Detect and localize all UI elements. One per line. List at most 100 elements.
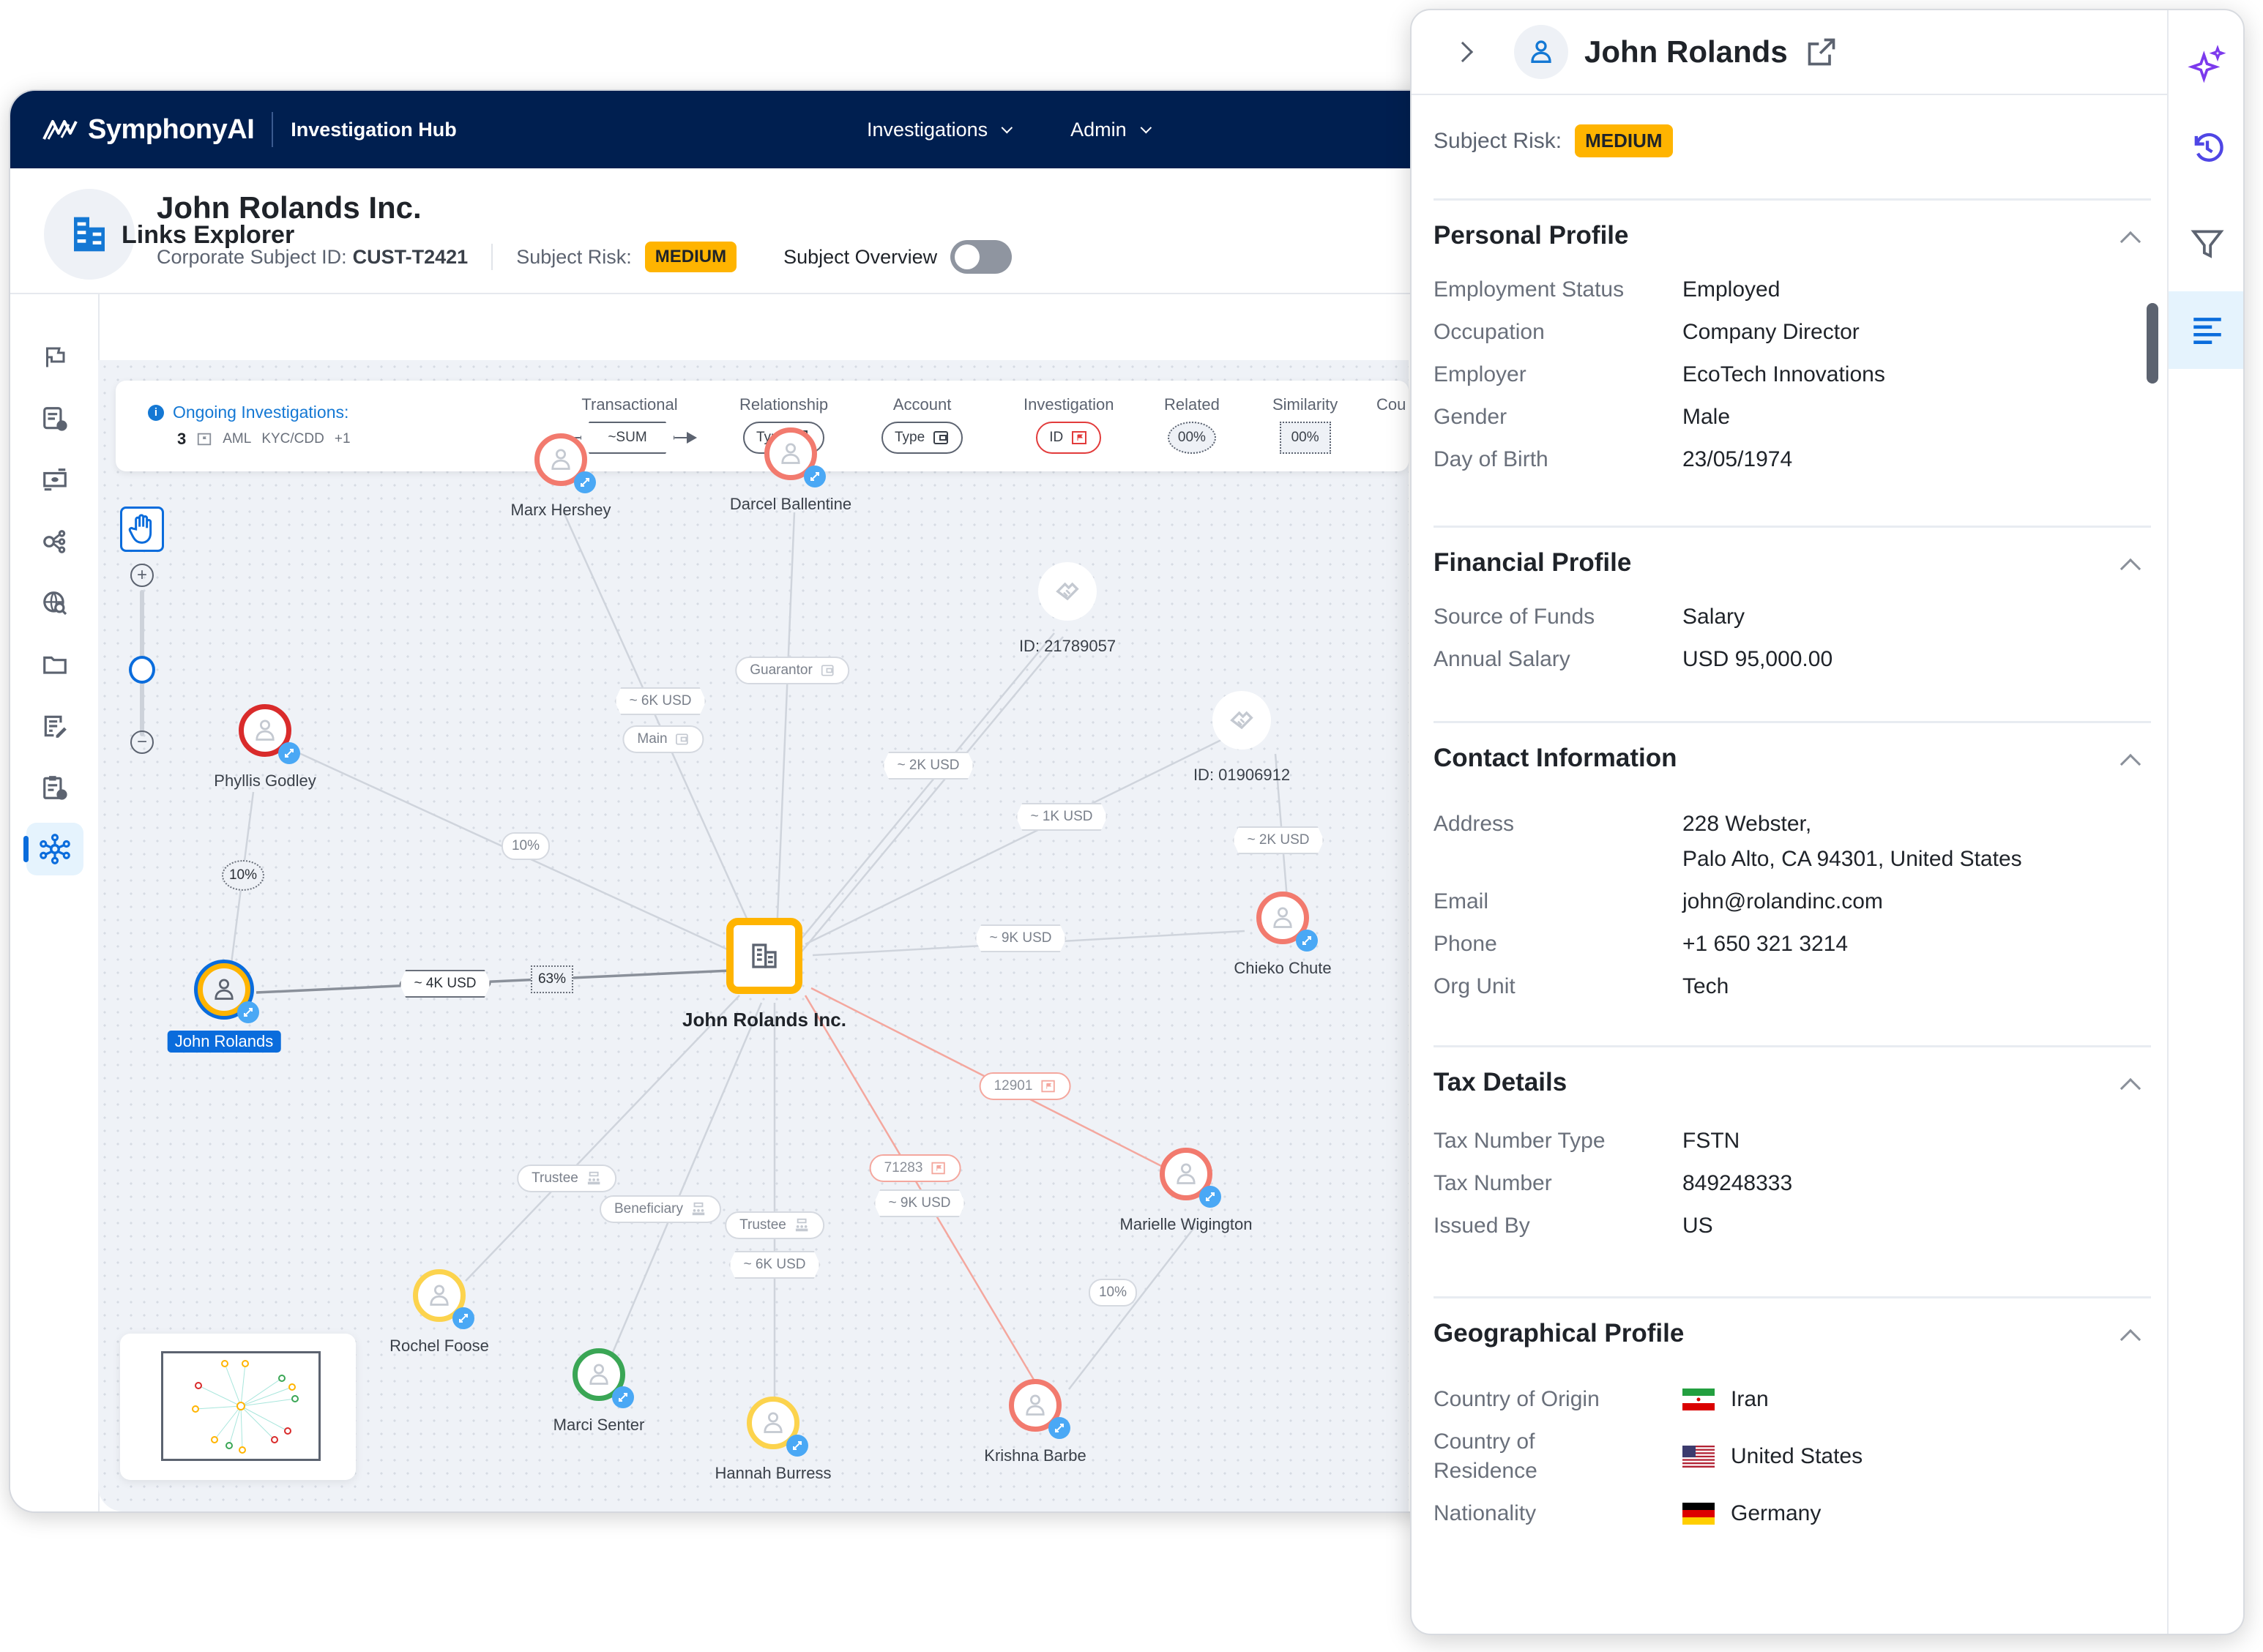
- expand-node-button[interactable]: [237, 1001, 259, 1023]
- edge-label-investigation[interactable]: 12901: [979, 1072, 1071, 1100]
- expand-node-button[interactable]: [574, 471, 596, 493]
- edge-label-transaction-active[interactable]: ~ 4K USD: [399, 970, 491, 998]
- person-node[interactable]: [1256, 892, 1318, 952]
- edge-label-investigation[interactable]: 71283: [869, 1154, 961, 1182]
- edge-label-related[interactable]: 10%: [501, 832, 551, 860]
- expand-node-button[interactable]: [804, 466, 826, 487]
- graph-minimap[interactable]: [120, 1334, 356, 1480]
- collapse-panel-chevron-icon[interactable]: [1452, 41, 1474, 63]
- expand-node-button[interactable]: [612, 1386, 634, 1408]
- sidebar-item-links-explorer[interactable]: [23, 823, 83, 875]
- device-node[interactable]: [1212, 691, 1271, 750]
- zoom-slider-thumb[interactable]: [129, 656, 155, 684]
- edge-label-transaction[interactable]: ~ 2K USD: [882, 752, 974, 780]
- edge-label-text: 12901: [993, 1078, 1033, 1094]
- company-node[interactable]: [726, 918, 802, 994]
- edge-label-transaction[interactable]: ~ 6K USD: [614, 687, 707, 715]
- field-label: Issued By: [1434, 1214, 1530, 1238]
- pan-tool-button[interactable]: [120, 507, 164, 552]
- edge-label-relationship[interactable]: Trustee: [517, 1165, 616, 1192]
- legend-related[interactable]: Related 00%: [1164, 395, 1220, 454]
- ongoing-investigations[interactable]: i Ongoing Investigations: 3 AML KYC/CDD …: [148, 403, 351, 449]
- person-node[interactable]: [534, 433, 596, 493]
- edge-label-transaction[interactable]: ~ 9K USD: [974, 924, 1067, 952]
- panel-scrollbar[interactable]: [2147, 303, 2158, 384]
- graph-node-dev1[interactable]: [1038, 562, 1097, 621]
- person-icon: [589, 1364, 608, 1385]
- section-title: Contact Information: [1434, 744, 1677, 772]
- legend-investigation[interactable]: Investigation ID: [1024, 395, 1114, 454]
- graph-node-marci[interactable]: [573, 1348, 634, 1408]
- graph-node-center[interactable]: [726, 918, 802, 994]
- ai-sparkle-icon: [2188, 45, 2226, 83]
- details-button[interactable]: [2169, 291, 2243, 369]
- person-node[interactable]: [747, 1397, 808, 1457]
- person-node[interactable]: [413, 1269, 474, 1329]
- person-node[interactable]: [1160, 1148, 1221, 1208]
- edge-label-relationship[interactable]: Trustee: [725, 1211, 824, 1239]
- subject-risk-label: Subject Risk:: [516, 245, 632, 268]
- edge-label-related[interactable]: 10%: [1088, 1279, 1138, 1307]
- person-icon: [215, 979, 234, 1000]
- brand-logo[interactable]: SymphonyAI: [41, 114, 255, 146]
- sidebar-item-transactions[interactable]: [26, 454, 83, 507]
- graph-node-marx[interactable]: [534, 433, 596, 493]
- person-node[interactable]: [239, 704, 300, 764]
- edge-label-transaction[interactable]: ~ 6K USD: [728, 1251, 821, 1279]
- edge-label-transaction[interactable]: ~ 9K USD: [873, 1189, 966, 1217]
- zoom-in-button[interactable]: +: [130, 564, 154, 587]
- device-node[interactable]: [1038, 562, 1097, 621]
- person-node[interactable]: [764, 427, 826, 487]
- field-value: 849248333: [1682, 1171, 1793, 1195]
- graph-node-krishna[interactable]: [1009, 1379, 1070, 1439]
- field-value-email[interactable]: john@rolandinc.com: [1682, 887, 2151, 916]
- legend-similarity[interactable]: Similarity 00%: [1272, 395, 1338, 454]
- expand-node-button[interactable]: [1199, 1186, 1221, 1208]
- external-link-icon[interactable]: [1805, 36, 1838, 68]
- sidebar-item-documents[interactable]: [26, 638, 83, 691]
- minimap-viewport[interactable]: [161, 1351, 321, 1461]
- graph-node-john[interactable]: [198, 963, 259, 1023]
- graph-node-hannah[interactable]: [747, 1397, 808, 1457]
- graph-node-chieko[interactable]: [1256, 892, 1318, 952]
- top-navigation-bar: SymphonyAI Investigation Hub Investigati…: [10, 91, 1442, 168]
- sidebar-item-network[interactable]: [26, 515, 83, 568]
- graph-node-rochel[interactable]: [413, 1269, 474, 1329]
- ai-assistant-button[interactable]: [2169, 26, 2243, 104]
- folder-flag-icon: [198, 433, 212, 446]
- graph-node-marielle[interactable]: [1160, 1148, 1221, 1208]
- sidebar-item-web-search[interactable]: [26, 577, 83, 629]
- filter-button[interactable]: [2169, 205, 2243, 283]
- sidebar-item-details[interactable]: [26, 392, 83, 445]
- edge-label-transaction[interactable]: ~ 2K USD: [1232, 826, 1324, 854]
- expand-node-button[interactable]: [278, 742, 300, 764]
- sidebar-item-notes[interactable]: [26, 700, 83, 752]
- person-node[interactable]: [573, 1348, 634, 1408]
- nav-admin[interactable]: Admin: [1070, 119, 1152, 141]
- legend-truncated[interactable]: Cou: [1376, 395, 1406, 414]
- expand-node-button[interactable]: [1296, 930, 1318, 952]
- edge-label-similarity[interactable]: 63%: [530, 965, 574, 993]
- graph-node-darcel[interactable]: [764, 427, 826, 487]
- person-node[interactable]: [198, 963, 259, 1023]
- history-button[interactable]: [2169, 108, 2243, 186]
- sidebar-item-tasks[interactable]: [26, 761, 83, 814]
- edge-label-relationship[interactable]: Beneficiary: [600, 1195, 721, 1223]
- expand-node-button[interactable]: [786, 1435, 808, 1457]
- expand-node-button[interactable]: [452, 1307, 474, 1329]
- edge-label-transaction[interactable]: ~ 1K USD: [1015, 803, 1108, 831]
- edge-label-account[interactable]: Main: [622, 725, 704, 753]
- graph-node-phyllis[interactable]: [239, 704, 300, 764]
- zoom-out-button[interactable]: −: [130, 730, 154, 754]
- nav-investigations[interactable]: Investigations: [867, 119, 1013, 141]
- document-info-icon: [43, 407, 67, 431]
- legend-account[interactable]: Account Type: [881, 395, 963, 454]
- graph-node-dev2[interactable]: [1212, 691, 1271, 750]
- edge-label-related-dotted[interactable]: 10%: [221, 860, 265, 891]
- subject-overview-toggle[interactable]: [950, 240, 1013, 274]
- edge-label-account[interactable]: Guarantor: [735, 657, 849, 684]
- person-node[interactable]: [1009, 1379, 1070, 1439]
- transactions-icon: [43, 468, 67, 491]
- expand-node-button[interactable]: [1048, 1417, 1070, 1439]
- sidebar-item-flags[interactable]: [26, 331, 83, 384]
